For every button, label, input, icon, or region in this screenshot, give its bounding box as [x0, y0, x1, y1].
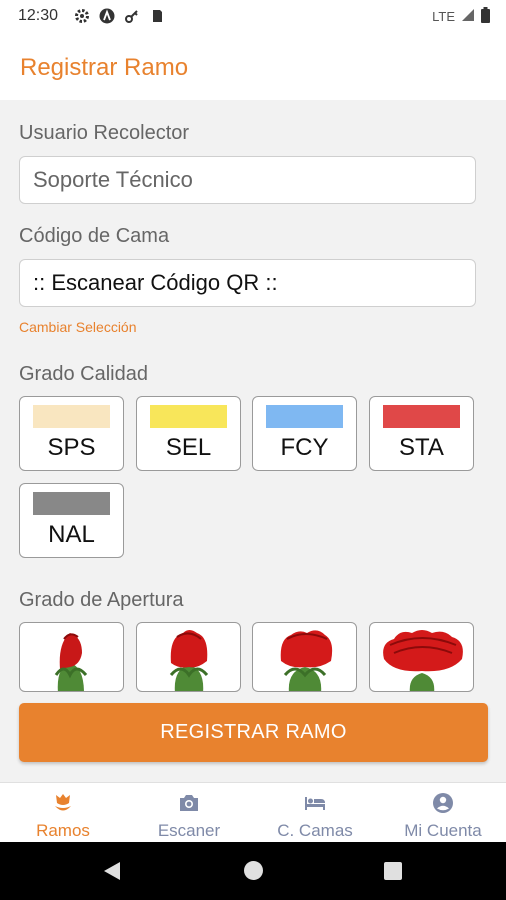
- flower-bud-2-icon: [169, 630, 209, 691]
- quality-button-fcy[interactable]: FCY: [252, 396, 357, 471]
- register-bouquet-button[interactable]: REGISTRAR RAMO: [19, 703, 488, 762]
- quality-swatch: [33, 492, 110, 515]
- network-type: LTE: [432, 9, 455, 24]
- quality-button-sps[interactable]: SPS: [19, 396, 124, 471]
- nav-label: Mi Cuenta: [404, 821, 482, 840]
- quality-button-label: SEL: [165, 434, 212, 461]
- quality-button-label: FCY: [280, 434, 329, 461]
- flower-icon: [51, 791, 75, 815]
- account-icon: [431, 791, 455, 815]
- settings-icon: [74, 8, 90, 24]
- nav-item-ramos[interactable]: Ramos: [0, 783, 126, 843]
- quality-button-label: NAL: [48, 521, 95, 548]
- app-a-icon: [99, 8, 115, 24]
- bed-code-scan-field[interactable]: :: Escanear Código QR ::: [19, 259, 476, 307]
- page-title: Registrar Ramo: [20, 54, 189, 81]
- quality-button-label: SPS: [47, 434, 96, 461]
- quality-swatch: [150, 405, 227, 428]
- status-notification-icons: [74, 8, 165, 24]
- recent-apps-icon[interactable]: [384, 862, 402, 880]
- form-content[interactable]: Usuario Recolector Soporte Técnico Códig…: [0, 100, 506, 782]
- quality-button-sta[interactable]: STA: [369, 396, 474, 471]
- change-selection-link[interactable]: Cambiar Selección: [19, 319, 137, 335]
- status-right: LTE: [432, 7, 490, 26]
- user-field[interactable]: Soporte Técnico: [19, 156, 476, 204]
- opening-button-4[interactable]: [369, 622, 474, 692]
- quality-swatch: [266, 405, 343, 428]
- quality-swatch: [33, 405, 110, 428]
- bed-code-value: :: Escanear Código QR ::: [33, 270, 278, 295]
- nav-item-escaner[interactable]: Escaner: [126, 783, 252, 843]
- bed-icon: [303, 791, 327, 815]
- quality-button-nal[interactable]: NAL: [19, 483, 124, 558]
- opening-button-1[interactable]: [19, 622, 124, 692]
- system-navigation-bar: [0, 842, 506, 900]
- app-bar: Registrar Ramo: [0, 32, 506, 100]
- bottom-navigation: Ramos Escaner C. Camas Mi Cuenta: [0, 782, 506, 842]
- user-value: Soporte Técnico: [33, 167, 193, 192]
- opening-button-2[interactable]: [136, 622, 241, 692]
- quality-label: Grado Calidad: [19, 363, 148, 385]
- signal-icon: [461, 8, 475, 25]
- quality-swatch: [383, 405, 460, 428]
- status-bar: 12:30 LTE: [0, 0, 506, 32]
- flower-bud-1-icon: [54, 633, 88, 691]
- battery-icon: [481, 7, 490, 26]
- home-icon[interactable]: [244, 861, 263, 880]
- back-icon[interactable]: [102, 861, 122, 886]
- camera-icon: [177, 791, 201, 815]
- nav-item-camas[interactable]: C. Camas: [252, 783, 378, 843]
- key-icon: [124, 8, 140, 24]
- flower-open-icon: [383, 630, 463, 691]
- nav-item-mi-cuenta[interactable]: Mi Cuenta: [380, 783, 506, 843]
- opening-button-3[interactable]: [252, 622, 357, 692]
- sd-card-icon: [149, 8, 165, 24]
- status-time: 12:30: [18, 7, 59, 24]
- nav-label: Escaner: [157, 821, 221, 840]
- quality-button-sel[interactable]: SEL: [136, 396, 241, 471]
- quality-button-label: STA: [399, 434, 444, 461]
- flower-bud-3-icon: [280, 630, 333, 691]
- bed-code-label: Código de Cama: [19, 225, 170, 247]
- nav-label: Ramos: [36, 821, 90, 840]
- nav-label: C. Camas: [277, 821, 353, 840]
- opening-label: Grado de Apertura: [19, 589, 184, 611]
- user-label: Usuario Recolector: [19, 122, 190, 144]
